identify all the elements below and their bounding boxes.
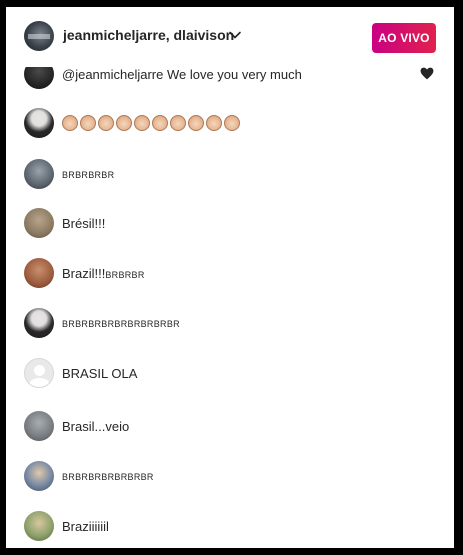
comment-text: BRBRBRBRBRBRBR: [62, 472, 154, 482]
clap-emoji: [116, 115, 132, 131]
comment-text: BRBRBRBR: [62, 170, 115, 180]
clap-emoji: [98, 115, 114, 131]
comment-text: Brésil!!!: [62, 216, 106, 231]
comment-item: BRASIL OLA: [24, 358, 444, 388]
clap-emoji: [62, 115, 78, 131]
clap-emoji: [188, 115, 204, 131]
comment-text: BRASIL OLA: [62, 366, 138, 381]
avatar[interactable]: [24, 108, 54, 138]
comment-item: [24, 108, 444, 138]
comment-text: BRBRBRBRBRBRBRBRBR: [62, 319, 180, 329]
comment-item: BRBRBRBRBRBRBR: [24, 461, 444, 491]
clap-emoji: [134, 115, 150, 131]
heart-icon[interactable]: [420, 67, 434, 80]
comment-text: Brasil...veio: [62, 419, 130, 434]
avatar[interactable]: [24, 358, 54, 388]
avatar[interactable]: [24, 159, 54, 189]
comment-item: BRBRBRBRBRBRBRBRBR: [24, 308, 444, 338]
clap-emoji: [206, 115, 222, 131]
comment-item: Braziiiiiil: [24, 511, 444, 541]
comment-text: @jeanmicheljarre We love you very much: [62, 67, 302, 82]
clap-emoji: [224, 115, 240, 131]
avatar[interactable]: [24, 308, 54, 338]
clap-emoji: [80, 115, 96, 131]
clap-emoji: [152, 115, 168, 131]
avatar[interactable]: [24, 411, 54, 441]
live-badge-button[interactable]: AO VIVO: [372, 23, 436, 53]
live-chat-panel: @jeanmicheljarre We love you very much B…: [6, 7, 454, 548]
comment-text: Braziiiiiil: [62, 519, 109, 534]
comment-list[interactable]: @jeanmicheljarre We love you very much B…: [6, 7, 454, 548]
comment-item: BRBRBRBR: [24, 159, 444, 189]
live-hosts-title[interactable]: jeanmicheljarre, dlaivison: [63, 27, 234, 43]
avatar[interactable]: [24, 258, 54, 288]
comment-text: Brazil!!!BRBRBR: [62, 266, 145, 281]
comment-item: Brazil!!!BRBRBR: [24, 258, 444, 288]
live-header: jeanmicheljarre, dlaivison AO VIVO: [6, 7, 454, 67]
avatar[interactable]: [24, 511, 54, 541]
avatar[interactable]: [24, 208, 54, 238]
comment-item: Brésil!!!: [24, 208, 444, 238]
comment-item: Brasil...veio: [24, 411, 444, 441]
clapping-hands-emoji: [62, 115, 240, 131]
chevron-down-icon[interactable]: [228, 28, 242, 42]
clap-emoji: [170, 115, 186, 131]
host-avatar[interactable]: [24, 21, 54, 51]
avatar[interactable]: [24, 461, 54, 491]
